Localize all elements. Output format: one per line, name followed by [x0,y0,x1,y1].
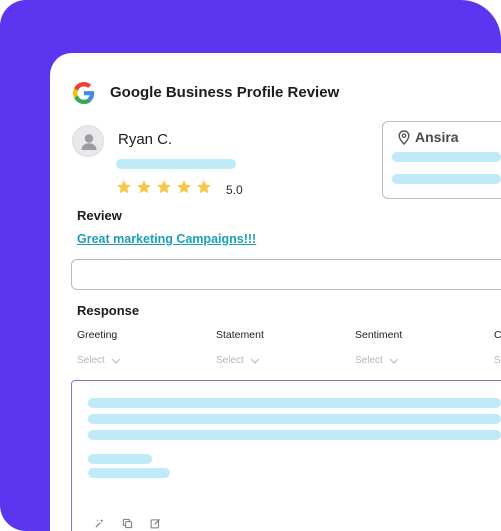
greeting-select[interactable]: Select [77,355,121,366]
star-icon [157,180,171,194]
response-text-placeholder [88,468,170,478]
review-label: Review [77,208,122,223]
star-icon [197,180,211,194]
fourth-column-select-value: S [494,355,501,366]
review-text-field[interactable] [71,259,501,290]
location-name: Ansira [415,129,459,145]
sentiment-label: Sentiment [355,329,403,341]
response-text-placeholder [88,430,501,440]
location-detail-placeholder [392,152,501,162]
chevron-down-icon [111,358,121,364]
star-rating [116,179,212,197]
response-text-placeholder [88,398,501,408]
star-icon [177,180,191,194]
location-detail-placeholder [392,174,501,184]
edit-icon[interactable] [150,518,161,529]
rating-value: 5.0 [226,183,243,197]
response-text-placeholder [88,414,501,424]
star-icon [117,180,131,194]
user-avatar-icon [72,125,104,157]
statement-select[interactable]: Select [216,355,260,366]
page-title: Google Business Profile Review [110,84,340,101]
reviewer-detail-placeholder [116,159,236,169]
fourth-column-select[interactable]: S [494,355,501,366]
google-g-icon [73,82,95,104]
greeting-label: Greeting [77,329,118,341]
fourth-column-label: C [494,329,501,341]
magic-wand-icon[interactable] [94,518,105,529]
review-title-link[interactable]: Great marketing Campaigns!!! [77,232,256,246]
copy-icon[interactable] [122,518,133,529]
reviewer-name: Ryan C. [118,131,173,148]
location-pin-icon [398,130,410,145]
response-label: Response [77,303,140,318]
sentiment-select-value: Select [355,355,383,366]
chevron-down-icon [389,358,399,364]
chevron-down-icon [250,358,260,364]
statement-select-value: Select [216,355,244,366]
greeting-select-value: Select [77,355,105,366]
response-text-placeholder [88,454,152,464]
sentiment-select[interactable]: Select [355,355,399,366]
statement-label: Statement [216,329,264,341]
star-icon [137,180,151,194]
